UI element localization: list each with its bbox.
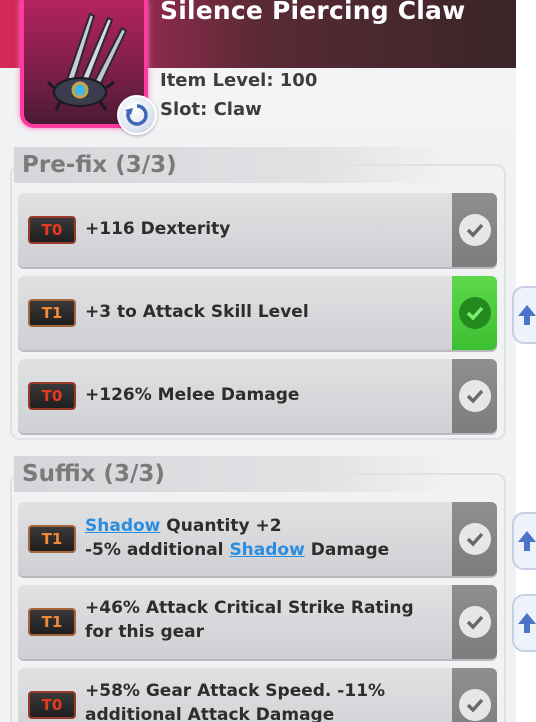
tier-badge: T0 (28, 216, 76, 244)
lock-toggle-button[interactable] (452, 668, 497, 722)
prefix-row: T0 +126% Melee Damage (18, 359, 497, 433)
lock-toggle-button[interactable] (452, 502, 497, 576)
side-upgrade-button[interactable] (512, 286, 536, 344)
prefix-title: Pre-fix (3/3) (14, 147, 450, 183)
item-name: Silence Piercing Claw (160, 0, 466, 25)
prefix-row: T0 +116 Dexterity (18, 193, 497, 267)
affix-text: +126% Melee Damage (85, 385, 300, 405)
tier-badge: T0 (28, 691, 76, 719)
prefix-row: T1 +3 to Attack Skill Level (18, 276, 497, 350)
shadow-link[interactable]: Shadow (85, 516, 160, 536)
affix-text: +3 to Attack Skill Level (85, 302, 309, 322)
arrow-up-icon (518, 531, 536, 551)
refresh-icon (125, 104, 148, 126)
lock-toggle-button[interactable] (452, 585, 497, 659)
arrow-up-icon (518, 613, 536, 633)
side-upgrade-button[interactable] (512, 512, 536, 570)
checkmark-icon (458, 297, 491, 329)
arrow-up-icon (518, 305, 536, 325)
checkmark-icon (458, 214, 491, 246)
affix-text: +58% Gear Attack Speed. -11% additional … (85, 681, 386, 722)
checkmark-icon (458, 380, 491, 412)
tier-badge: T0 (28, 382, 76, 410)
item-affix-panel: Silence Piercing Claw Item Level: 100 Sl… (0, 0, 516, 722)
shadow-link[interactable]: Shadow (229, 540, 304, 560)
checkmark-icon (458, 689, 491, 721)
tier-badge: T1 (28, 299, 76, 327)
item-level: Item Level: 100 (160, 70, 318, 91)
lock-toggle-button[interactable] (452, 276, 497, 350)
reroll-button[interactable] (117, 95, 157, 135)
checkmark-icon (458, 606, 491, 638)
suffix-row: T0 +58% Gear Attack Speed. -11% addition… (18, 668, 497, 722)
tier-badge: T1 (28, 525, 76, 553)
checkmark-icon (458, 523, 491, 555)
affix-text: +46% Attack Critical Strike Rating for t… (85, 598, 414, 642)
suffix-title: Suffix (3/3) (14, 456, 450, 492)
affix-text: Shadow Quantity +2 -5% additional Shadow… (85, 516, 390, 560)
item-slot: Slot: Claw (160, 99, 262, 120)
lock-toggle-button[interactable] (452, 193, 497, 267)
side-upgrade-button[interactable] (512, 594, 536, 652)
suffix-row: T1 +46% Attack Critical Strike Rating fo… (18, 585, 497, 659)
tier-badge: T1 (28, 608, 76, 636)
affix-text: +116 Dexterity (85, 219, 231, 239)
suffix-row: T1 Shadow Quantity +2 -5% additional Sha… (18, 502, 497, 576)
lock-toggle-button[interactable] (452, 359, 497, 433)
